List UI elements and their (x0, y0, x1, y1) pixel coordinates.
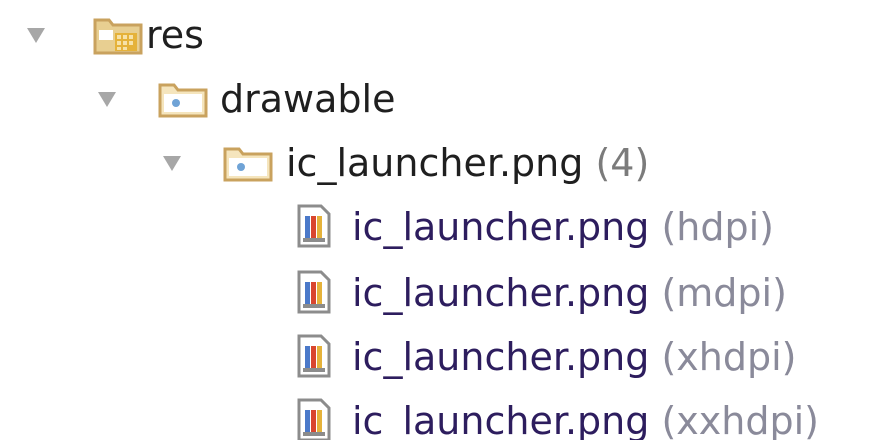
tree-node-label: ic_launcher.png (4) (286, 141, 650, 185)
tree-node-label: ic_launcher.png (mdpi) (352, 271, 787, 315)
folder-icon (223, 147, 273, 182)
tree-node-file[interactable]: ic_launcher.png (xxhdpi) (0, 388, 860, 440)
tree-node-label: ic_launcher.png (xhdpi) (352, 335, 797, 379)
tree-node-label: ic_launcher.png (xxhdpi) (352, 399, 819, 440)
resource-folder-icon (93, 18, 143, 55)
expand-arrow-icon[interactable] (98, 92, 116, 107)
tree-node-label: drawable (220, 77, 396, 121)
expand-arrow-icon[interactable] (163, 156, 181, 171)
tree-node-file[interactable]: ic_launcher.png (xhdpi) (0, 324, 860, 390)
image-file-icon (297, 204, 331, 248)
folder-icon (158, 83, 208, 118)
tree-node-drawable[interactable]: drawable (0, 66, 420, 132)
tree-node-label: res (146, 13, 204, 57)
tree-node-res[interactable]: res (0, 2, 300, 68)
tree-node-file[interactable]: ic_launcher.png (mdpi) (0, 260, 860, 326)
project-tree: res drawable ic_launcher.png (4) ic_laun… (0, 0, 882, 440)
image-file-icon (297, 270, 331, 314)
tree-node-file[interactable]: ic_launcher.png (hdpi) (0, 194, 860, 260)
tree-node-label: ic_launcher.png (hdpi) (352, 205, 774, 249)
expand-arrow-icon[interactable] (27, 28, 45, 43)
image-file-icon (297, 334, 331, 378)
tree-node-ic-launcher-group[interactable]: ic_launcher.png (4) (0, 130, 720, 196)
image-file-icon (297, 398, 331, 440)
